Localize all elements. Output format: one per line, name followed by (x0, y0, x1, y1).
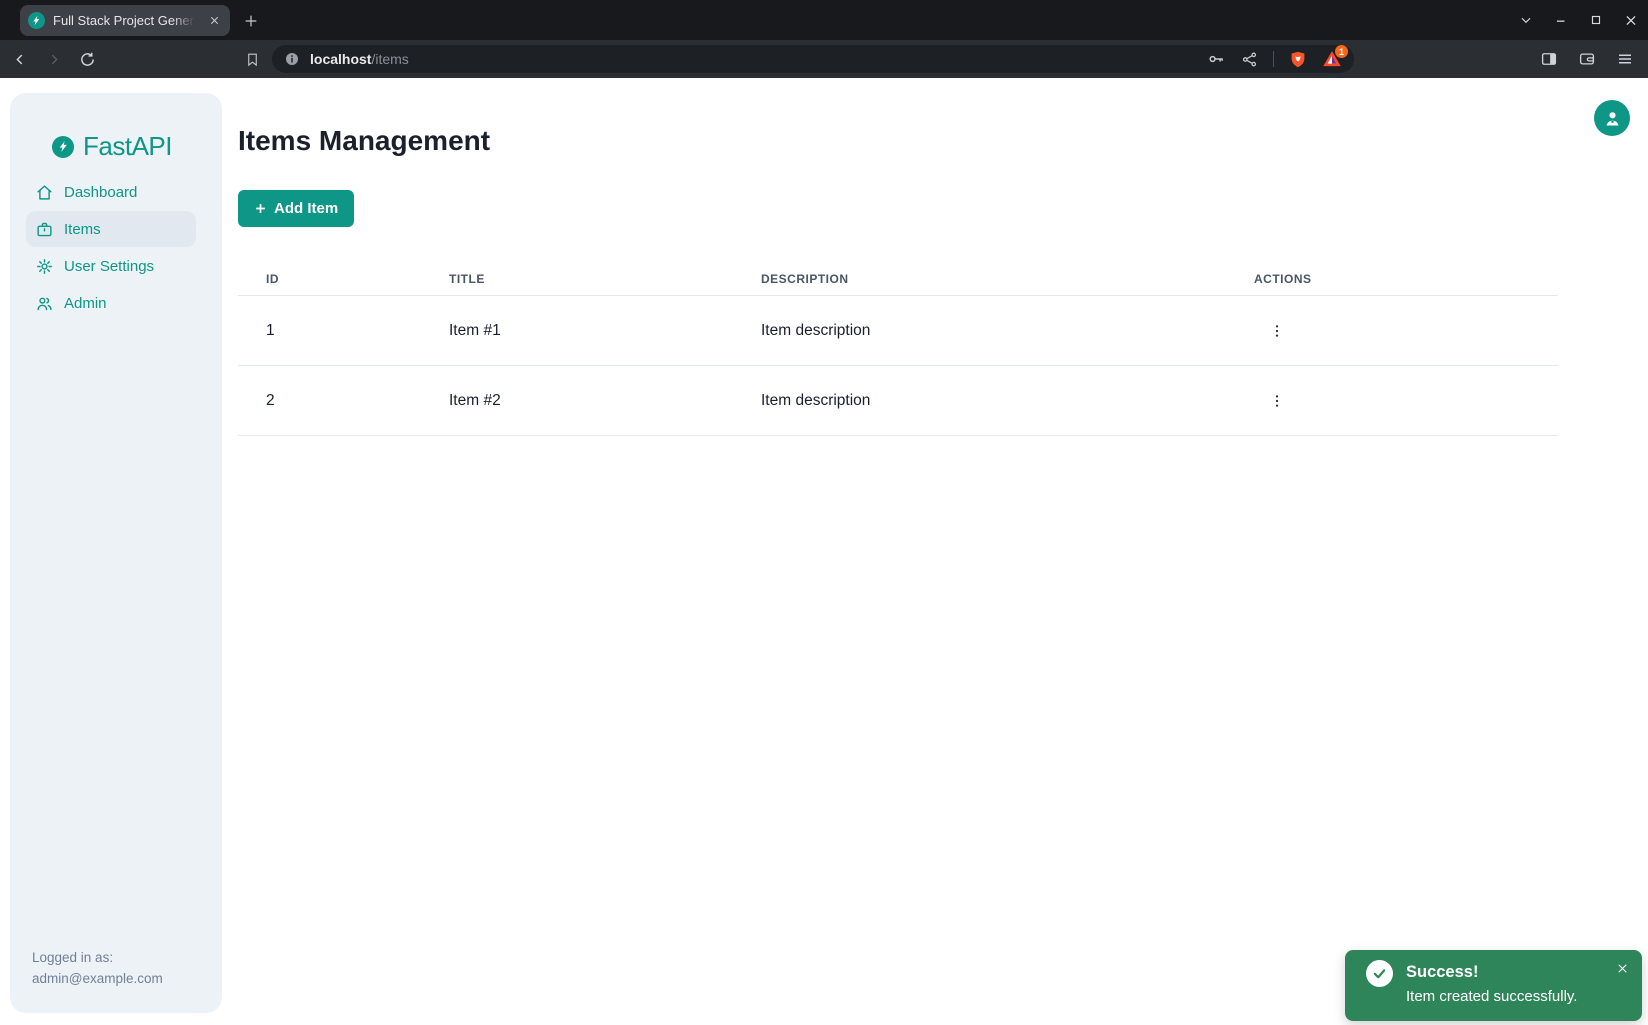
sidebar-item-user-settings[interactable]: User Settings (26, 248, 196, 284)
sidebar-item-label: Items (64, 221, 101, 238)
items-table: ID TITLE DESCRIPTION ACTIONS 1 Item #1 I… (238, 262, 1558, 436)
sidebar-item-label: Dashboard (64, 184, 137, 201)
sidebar-item-label: User Settings (64, 258, 154, 275)
cell-title: Item #1 (449, 322, 761, 340)
tab-close-icon[interactable] (206, 13, 222, 29)
toast-title: Success! (1406, 963, 1478, 982)
sidebar-item-label: Admin (64, 295, 107, 312)
table-header-row: ID TITLE DESCRIPTION ACTIONS (238, 262, 1558, 296)
gear-icon (35, 257, 53, 275)
close-window-icon[interactable] (1624, 13, 1638, 27)
menu-hamburger-icon[interactable] (1616, 50, 1634, 68)
logged-in-label: Logged in as: (32, 947, 163, 968)
sidebar-nav: Dashboard Items User Settings Admin (10, 174, 222, 321)
browser-toolbar: localhost/items 1 (0, 40, 1648, 78)
main-area: Items Management Add Item ID TITLE DESCR… (238, 78, 1648, 1025)
site-info-icon[interactable] (284, 51, 300, 67)
users-icon (35, 294, 53, 312)
add-item-label: Add Item (274, 200, 338, 217)
add-item-button[interactable]: Add Item (238, 190, 354, 227)
rewards-badge: 1 (1335, 45, 1348, 58)
wallet-icon[interactable] (1578, 50, 1596, 68)
back-icon[interactable] (12, 51, 28, 67)
app-logo-text: FastAPI (83, 131, 172, 162)
logged-in-email: admin@example.com (32, 968, 163, 989)
column-header-title: TITLE (449, 272, 761, 286)
cell-id: 2 (266, 392, 449, 410)
browser-tab[interactable]: Full Stack Project Genera (20, 5, 230, 36)
sidebar-item-dashboard[interactable]: Dashboard (26, 174, 196, 210)
app-logo: FastAPI (52, 131, 222, 162)
passwords-key-icon[interactable] (1207, 50, 1225, 68)
minimize-icon[interactable] (1554, 13, 1568, 27)
table-row: 2 Item #2 Item description (238, 366, 1558, 436)
page-title: Items Management (238, 125, 1648, 157)
logged-in-info: Logged in as: admin@example.com (32, 947, 163, 989)
url-text: localhost/items (310, 51, 1207, 67)
toolbar-separator (1273, 51, 1274, 67)
toast-close-icon[interactable] (1615, 961, 1630, 976)
cell-title: Item #2 (449, 392, 761, 410)
address-bar[interactable]: localhost/items 1 (272, 45, 1354, 73)
window-controls (1519, 0, 1648, 40)
sidebar-item-items[interactable]: Items (26, 211, 196, 247)
row-actions-kebab-icon[interactable] (1266, 320, 1288, 342)
fastapi-bolt-icon (52, 136, 74, 158)
column-header-id: ID (266, 272, 449, 286)
new-tab-button[interactable] (238, 8, 264, 34)
toolbar-right (1540, 50, 1648, 68)
share-icon[interactable] (1240, 50, 1258, 68)
forward-icon[interactable] (45, 51, 61, 67)
address-bar-actions: 1 (1207, 49, 1342, 69)
cell-description: Item description (761, 322, 1254, 340)
brave-rewards-icon[interactable]: 1 (1322, 49, 1342, 69)
column-header-actions: ACTIONS (1254, 272, 1558, 286)
tab-search-chevron-icon[interactable] (1519, 13, 1533, 27)
toast-message: Item created successfully. (1406, 988, 1577, 1005)
page-content: FastAPI Dashboard Items User Settings (0, 78, 1648, 1025)
url-host: localhost (310, 51, 371, 67)
url-path: /items (371, 51, 408, 67)
brave-shield-icon[interactable] (1289, 50, 1307, 68)
success-toast: Success! Item created successfully. (1345, 950, 1642, 1021)
home-icon (35, 183, 53, 201)
column-header-description: DESCRIPTION (761, 272, 1254, 286)
browser-tabstrip: Full Stack Project Genera (0, 0, 1648, 40)
cell-id: 1 (266, 322, 449, 340)
briefcase-icon (35, 220, 53, 238)
maximize-icon[interactable] (1589, 13, 1603, 27)
sidebar-item-admin[interactable]: Admin (26, 285, 196, 321)
bookmark-icon[interactable] (243, 50, 261, 68)
sidebar: FastAPI Dashboard Items User Settings (10, 93, 222, 1013)
user-avatar-button[interactable] (1594, 100, 1630, 136)
nav-buttons (0, 50, 96, 68)
reload-icon[interactable] (78, 50, 96, 68)
plus-icon (254, 202, 267, 215)
tab-favicon-bolt-icon (28, 12, 45, 29)
row-actions-kebab-icon[interactable] (1266, 390, 1288, 412)
table-row: 1 Item #1 Item description (238, 296, 1558, 366)
tab-title: Full Stack Project Genera (53, 13, 198, 28)
cell-description: Item description (761, 392, 1254, 410)
sidebar-toggle-icon[interactable] (1540, 50, 1558, 68)
user-avatar-icon (1602, 108, 1623, 129)
check-circle-icon (1366, 960, 1393, 987)
